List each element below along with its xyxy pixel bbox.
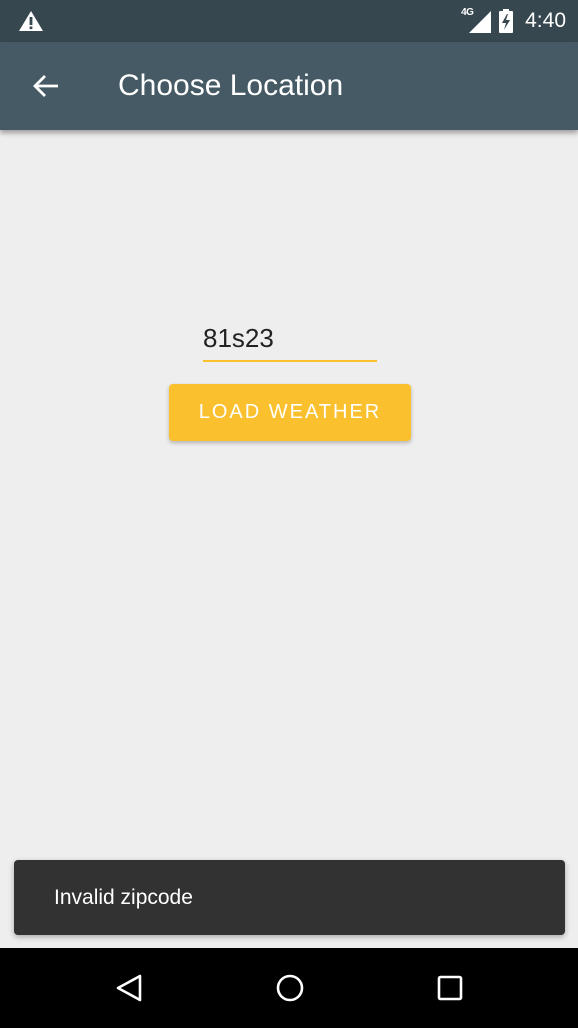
nav-back-button[interactable] bbox=[107, 966, 151, 1010]
back-button[interactable] bbox=[22, 64, 70, 108]
nav-back-icon bbox=[116, 974, 142, 1002]
navigation-bar bbox=[0, 948, 578, 1028]
load-weather-button[interactable]: LOAD WEATHER bbox=[169, 384, 411, 441]
zipcode-field bbox=[203, 318, 377, 362]
snackbar: Invalid zipcode bbox=[14, 860, 565, 935]
network-indicator: 4G bbox=[461, 7, 492, 33]
page-title: Choose Location bbox=[118, 69, 344, 102]
status-clock: 4:40 bbox=[525, 9, 566, 32]
battery-charging-icon bbox=[499, 9, 514, 33]
screen: 4G 4:40 Choose Location LOA bbox=[0, 0, 578, 1028]
status-bar: 4G 4:40 bbox=[0, 0, 578, 42]
zipcode-underline bbox=[203, 360, 377, 362]
app-bar: Choose Location bbox=[0, 42, 578, 130]
zipcode-input[interactable] bbox=[203, 318, 377, 358]
signal-icon bbox=[469, 11, 492, 33]
nav-home-icon bbox=[276, 974, 304, 1002]
arrow-back-icon bbox=[33, 75, 58, 97]
nav-home-button[interactable] bbox=[268, 966, 312, 1010]
status-indicators: 4G 4:40 bbox=[461, 0, 566, 42]
nav-recents-button[interactable] bbox=[428, 966, 472, 1010]
warning-icon bbox=[19, 11, 43, 31]
snackbar-message: Invalid zipcode bbox=[54, 886, 193, 909]
nav-recents-icon bbox=[437, 975, 463, 1001]
